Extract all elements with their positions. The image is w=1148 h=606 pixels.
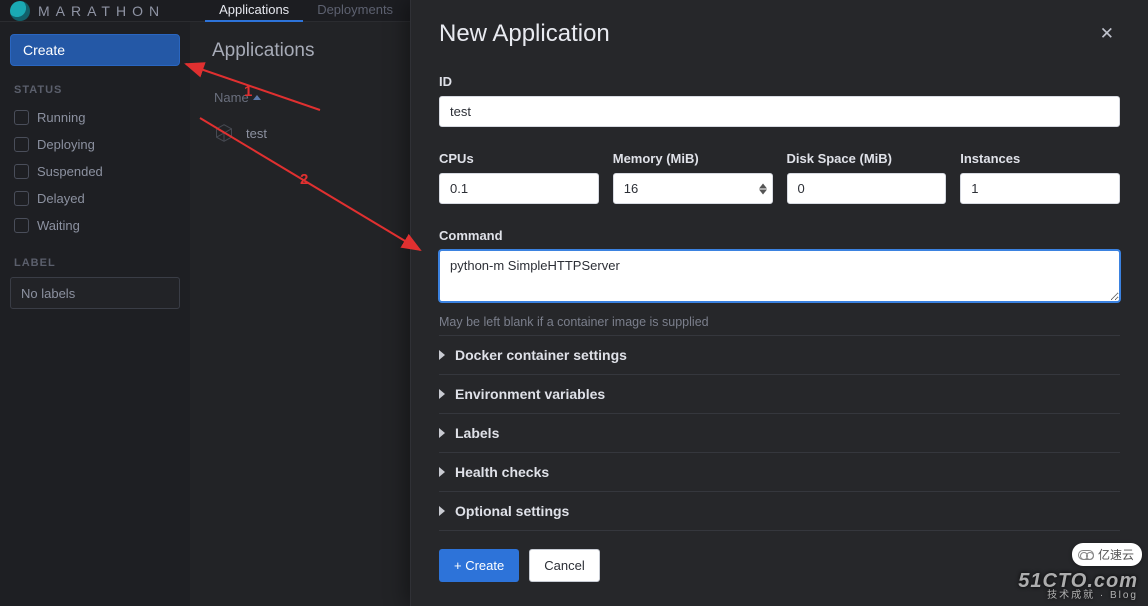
chevron-right-icon [439,350,445,360]
instances-input[interactable] [960,173,1120,204]
field-disk: Disk Space (MiB) [787,151,947,204]
accordion-docker[interactable]: Docker container settings [439,336,1120,375]
accordion-env[interactable]: Environment variables [439,375,1120,414]
field-cpus: CPUs [439,151,599,204]
close-icon[interactable]: ✕ [1094,22,1120,46]
disk-input[interactable] [787,173,947,204]
watermark-site: 51CTO.com技术成就 · Blog [1018,572,1138,601]
modal-title: New Application [439,20,610,48]
memory-input[interactable] [613,173,773,204]
cancel-button[interactable]: Cancel [529,549,599,582]
new-application-modal: New Application ✕ ID CPUs Memory (MiB) D… [410,0,1148,606]
id-input[interactable] [439,96,1120,127]
accordion-optional[interactable]: Optional settings [439,492,1120,531]
memory-label: Memory (MiB) [613,151,773,166]
watermark-pill: 亿速云 [1072,543,1142,566]
instances-label: Instances [960,151,1120,166]
create-submit-button[interactable]: + Create [439,549,519,582]
modal-body: ID CPUs Memory (MiB) Disk Space (MiB) In… [411,64,1148,533]
accordion-health[interactable]: Health checks [439,453,1120,492]
cpus-input[interactable] [439,173,599,204]
field-command: Command [439,228,1120,307]
field-instances: Instances [960,151,1120,204]
field-memory: Memory (MiB) [613,151,773,204]
disk-label: Disk Space (MiB) [787,151,947,166]
command-input[interactable] [439,250,1120,302]
chevron-right-icon [439,389,445,399]
command-hint: May be left blank if a container image i… [439,315,1120,329]
chevron-right-icon [439,428,445,438]
id-label: ID [439,74,1120,89]
accordion: Docker container settings Environment va… [439,335,1120,531]
modal-header: New Application ✕ [411,0,1148,64]
field-id: ID [439,74,1120,127]
cpus-label: CPUs [439,151,599,166]
chevron-right-icon [439,506,445,516]
command-label: Command [439,228,1120,243]
cloud-icon [1078,550,1094,560]
chevron-right-icon [439,467,445,477]
accordion-labels[interactable]: Labels [439,414,1120,453]
